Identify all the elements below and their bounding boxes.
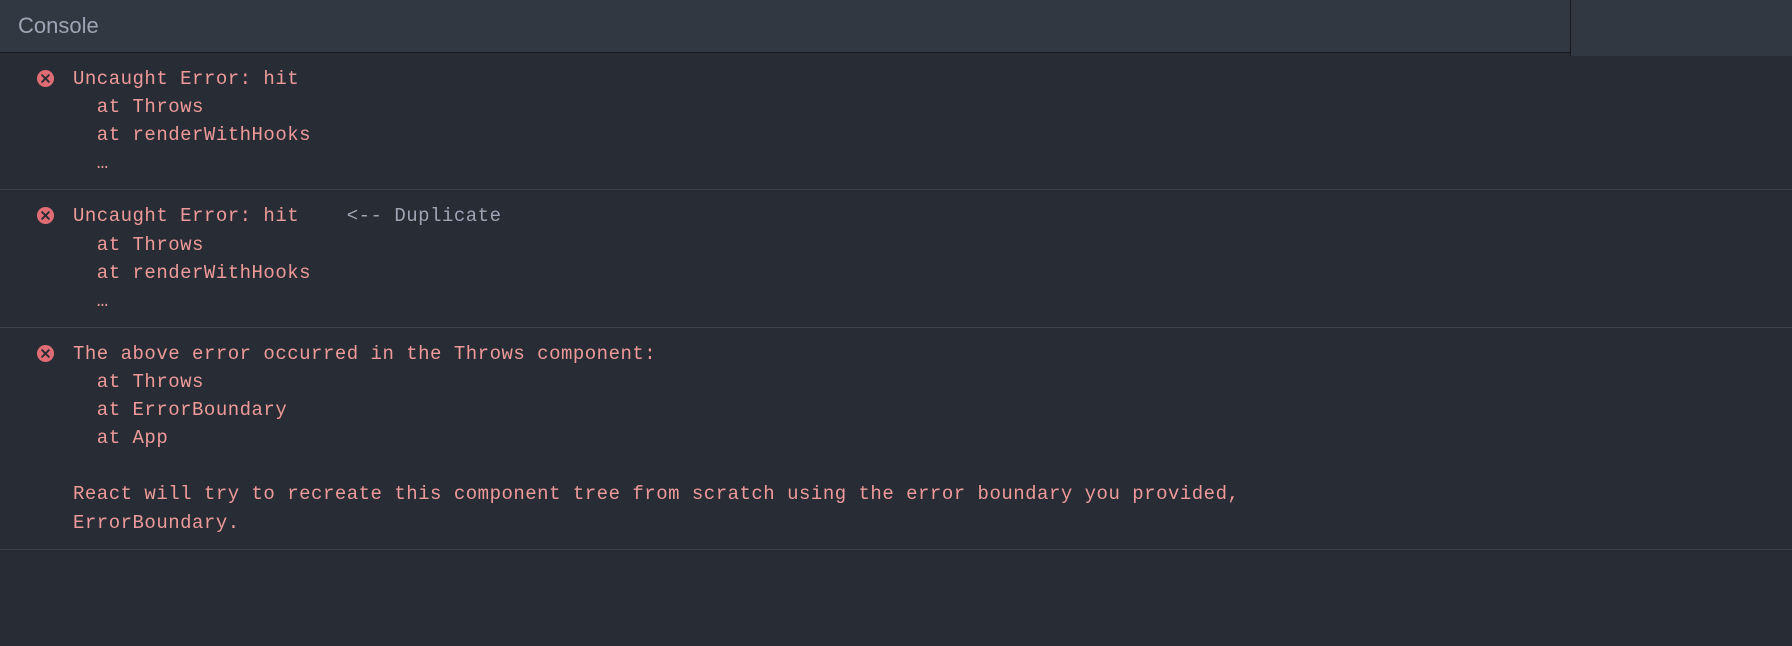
- error-icon: [36, 69, 55, 88]
- header-divider: [1570, 0, 1792, 56]
- error-icon: [36, 206, 55, 225]
- annotation-text: <-- Duplicate: [347, 205, 502, 227]
- console-error-entry[interactable]: Uncaught Error: hit at Throws at renderW…: [0, 53, 1792, 190]
- console-header: Console: [0, 0, 1792, 53]
- error-message: Uncaught Error: hit at Throws at renderW…: [73, 65, 311, 177]
- error-message: Uncaught Error: hit <-- Duplicate at Thr…: [73, 202, 501, 314]
- error-message: The above error occurred in the Throws c…: [73, 340, 1239, 537]
- console-error-entry[interactable]: Uncaught Error: hit <-- Duplicate at Thr…: [0, 190, 1792, 327]
- error-icon: [36, 344, 55, 363]
- console-error-entry[interactable]: The above error occurred in the Throws c…: [0, 328, 1792, 550]
- console-title: Console: [18, 13, 99, 38]
